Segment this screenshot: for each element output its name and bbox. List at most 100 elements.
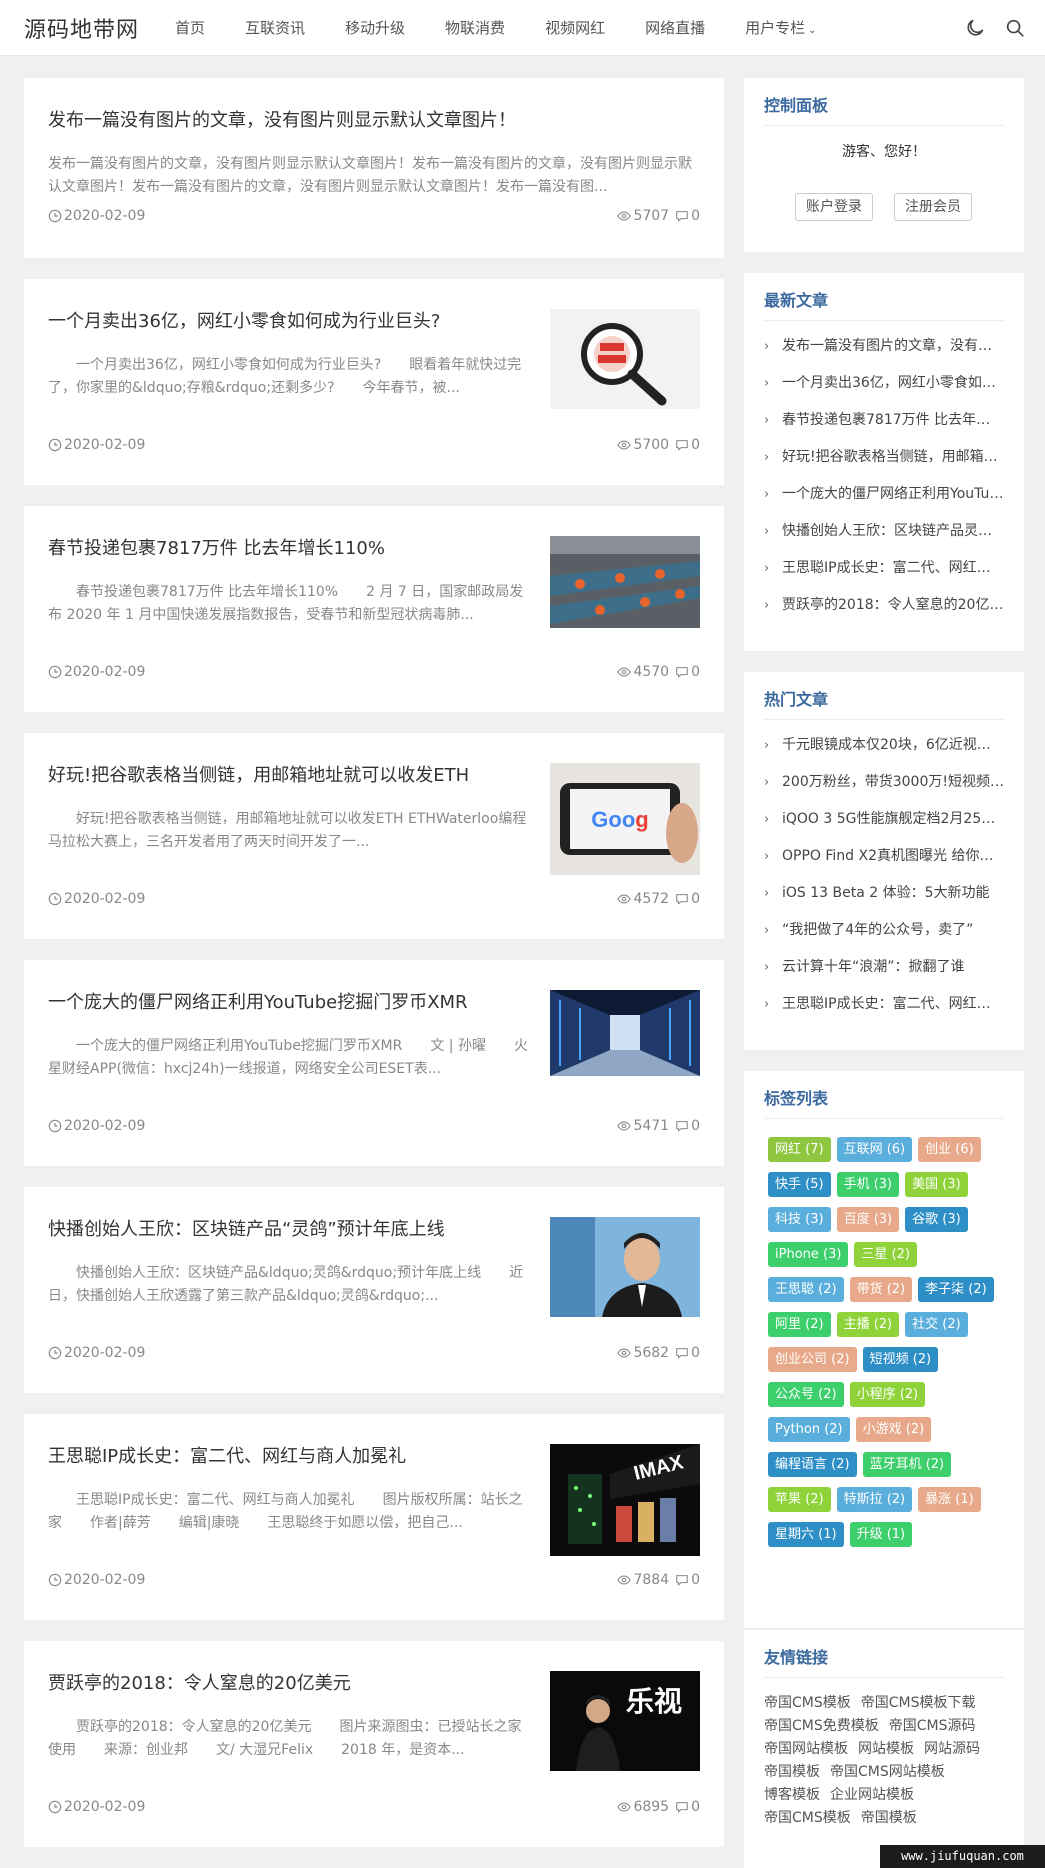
list-item[interactable]: › 贾跃亭的2018：令人窒息的20亿美元 [764, 587, 1004, 624]
post-views: 5682 [633, 1345, 670, 1361]
list-item[interactable]: › 王思聪IP成长史：富二代、网红与商人加冕礼 [764, 986, 1004, 1023]
post-thumbnail[interactable] [550, 990, 700, 1076]
nav-user-column-label: 用户专栏 [745, 19, 806, 37]
nav-iot-consumer[interactable]: 物联消费 [425, 0, 525, 56]
tag-item[interactable]: 社交 (2) [905, 1312, 968, 1337]
tag-item[interactable]: Python (2) [768, 1417, 850, 1442]
post-excerpt: 一个月卖出36亿，网红小零食如何成为行业巨头? 眼看着年就快过完了，你家里的&l… [48, 357, 522, 396]
eye-icon [617, 440, 632, 450]
post-title[interactable]: 好玩!把谷歌表格当侧链，用邮箱地址就可以收发ETH [48, 761, 469, 787]
tag-item[interactable]: 创业 (6) [918, 1137, 981, 1162]
list-item[interactable]: › iOS 13 Beta 2 体验：5大新功能 [764, 875, 1004, 912]
tag-item[interactable]: 百度 (3) [836, 1207, 900, 1232]
post-thumbnail[interactable]: IMAX [550, 1444, 700, 1556]
tag-item[interactable]: 短视频 (2) [862, 1347, 939, 1372]
post-thumbnail[interactable] [550, 1217, 700, 1317]
site-logo[interactable]: 源码地带网 [24, 12, 139, 44]
list-item-label: OPPO Find X2真机图曝光 给你看看 [782, 848, 1004, 864]
tag-item[interactable]: 美国 (3) [905, 1172, 968, 1197]
list-item[interactable]: › 云计算十年“浪潮”：掀翻了谁 [764, 949, 1004, 986]
tag-item[interactable]: 暴涨 (1) [918, 1487, 981, 1512]
list-item[interactable]: › 200万粉丝，带货3000万!短视频达人 [764, 764, 1004, 801]
tag-item[interactable]: iPhone (3) [768, 1242, 849, 1267]
post-title[interactable]: 一个庞大的僵尸网络正利用YouTube挖掘门罗币XMR [48, 988, 468, 1014]
tag-item[interactable]: 小程序 (2) [849, 1382, 926, 1407]
list-item[interactable]: › “我把做了4年的公众号，卖了” [764, 912, 1004, 949]
tag-item[interactable]: 三星 (2) [854, 1242, 917, 1267]
comment-icon [676, 667, 688, 678]
tag-item[interactable]: 快手 (5) [768, 1172, 831, 1197]
list-item[interactable]: › 快播创始人王欣：区块链产品灵鸽预计年底上线 [764, 513, 1004, 550]
nav-video-influencer[interactable]: 视频网红 [525, 0, 625, 56]
post-views: 5700 [633, 437, 670, 453]
widget-title: 控制面板 [764, 92, 1004, 126]
post-thumbnail[interactable] [550, 309, 700, 409]
list-item[interactable]: › 一个月卖出36亿，网红小零食如何成为行业巨头? [764, 365, 1004, 402]
register-button[interactable]: 注册会员 [894, 193, 972, 221]
post-title[interactable]: 一个月卖出36亿，网红小零食如何成为行业巨头? [48, 307, 440, 333]
tag-cloud: 网红 (7) 互联网 (6) 创业 (6) 快手 (5) 手机 (3) 美国 (3) 科技 … [768, 1137, 1004, 1557]
tag-item[interactable]: 创业公司 (2) [768, 1347, 857, 1372]
nav-mobile-upgrade[interactable]: 移动升级 [325, 0, 425, 56]
list-item[interactable]: › OPPO Find X2真机图曝光 给你看看 [764, 838, 1004, 875]
nav-home[interactable]: 首页 [155, 0, 225, 56]
friend-link[interactable]: 帝国CMS模板 [764, 1807, 851, 1830]
post-thumbnail[interactable]: 乐视 [550, 1671, 700, 1771]
tag-item[interactable]: 苹果 (2) [768, 1487, 831, 1512]
tag-item[interactable]: 星期六 (1) [768, 1522, 844, 1547]
friend-link[interactable]: 网站源码 [924, 1738, 980, 1761]
nav-live-stream[interactable]: 网络直播 [625, 0, 725, 56]
post-title[interactable]: 王思聪IP成长史：富二代、网红与商人加冕礼 [48, 1442, 406, 1468]
tag-item[interactable]: 公众号 (2) [768, 1382, 844, 1407]
post-title[interactable]: 发布一篇没有图片的文章，没有图片则显示默认文章图片！ [48, 106, 516, 132]
tag-item[interactable]: 特斯拉 (2) [836, 1487, 913, 1512]
tag-item[interactable]: 网红 (7) [768, 1137, 831, 1162]
tag-item[interactable]: 升级 (1) [849, 1522, 913, 1547]
friend-link[interactable]: 企业网站模板 [830, 1784, 914, 1807]
tag-item[interactable]: 科技 (3) [768, 1207, 831, 1232]
tag-item[interactable]: 谷歌 (3) [905, 1207, 968, 1232]
post-title[interactable]: 春节投递包裹7817万件 比去年增长110% [48, 534, 385, 560]
friend-link[interactable]: 帝国CMS源码 [889, 1715, 976, 1738]
nav-internet-news[interactable]: 互联资讯 [225, 0, 325, 56]
tag-item[interactable]: 阿里 (2) [768, 1312, 831, 1337]
moon-icon[interactable] [964, 17, 986, 39]
list-item[interactable]: › 一个庞大的僵尸网络正利用YouTube挖掘门罗币XMR [764, 476, 1004, 513]
login-button[interactable]: 账户登录 [795, 193, 873, 221]
tag-item[interactable]: 编程语言 (2) [768, 1452, 857, 1477]
list-item[interactable]: › 发布一篇没有图片的文章，没有图片则显示默认文章图片！ [764, 328, 1004, 365]
friend-link[interactable]: 博客模板 [764, 1784, 820, 1807]
post-title[interactable]: 快播创始人王欣：区块链产品“灵鸽”预计年底上线 [48, 1215, 445, 1241]
tag-item[interactable]: 互联网 (6) [836, 1137, 913, 1162]
list-item-label: 王思聪IP成长史：富二代、网红与商人加冕礼 [782, 560, 1004, 576]
friend-link[interactable]: 帝国CMS网站模板 [830, 1761, 945, 1784]
tag-item[interactable]: 带货 (2) [849, 1277, 913, 1302]
friend-link[interactable]: 网站模板 [858, 1738, 914, 1761]
post-title[interactable]: 贾跃亭的2018：令人窒息的20亿美元 [48, 1669, 351, 1695]
clock-icon [48, 1119, 62, 1133]
eye-icon [617, 211, 632, 221]
nav-user-column[interactable]: 用户专栏 ⌄ [725, 0, 836, 56]
friend-link[interactable]: 帝国CMS模板下载 [861, 1692, 976, 1715]
friend-link[interactable]: 帝国网站模板 [764, 1738, 848, 1761]
tag-item[interactable]: 李子柒 (2) [918, 1277, 994, 1302]
post-thumbnail[interactable] [550, 536, 700, 628]
friend-link[interactable]: 帝国CMS免费模板 [764, 1715, 879, 1738]
list-item[interactable]: › 好玩!把谷歌表格当侧链，用邮箱地址就可以收发ETH [764, 439, 1004, 476]
post-card: 一个月卖出36亿，网红小零食如何成为行业巨头? 一个月卖出36亿，网红小零食如何… [24, 279, 724, 485]
post-thumbnail[interactable]: Goog [550, 763, 700, 875]
tag-item[interactable]: 小游戏 (2) [855, 1417, 932, 1442]
friend-link[interactable]: 帝国模板 [861, 1807, 917, 1830]
list-item[interactable]: › 王思聪IP成长史：富二代、网红与商人加冕礼 [764, 550, 1004, 587]
list-item[interactable]: › 千元眼镜成本仅20块，6亿近视人群的眼镜 [764, 727, 1004, 764]
list-item[interactable]: › 春节投递包裹7817万件 比去年增长110% [764, 402, 1004, 439]
tag-item[interactable]: 王思聪 (2) [768, 1277, 844, 1302]
friend-link[interactable]: 帝国CMS模板 [764, 1692, 851, 1715]
list-item[interactable]: › iQOO 3 5G性能旗舰定档2月25日发布 [764, 801, 1004, 838]
friend-link[interactable]: 帝国模板 [764, 1761, 820, 1784]
search-icon[interactable] [1004, 17, 1026, 39]
tag-item[interactable]: 主播 (2) [836, 1312, 900, 1337]
chevron-right-icon: › [764, 339, 770, 354]
tag-item[interactable]: 蓝牙耳机 (2) [862, 1452, 952, 1477]
tag-item[interactable]: 手机 (3) [836, 1172, 900, 1197]
